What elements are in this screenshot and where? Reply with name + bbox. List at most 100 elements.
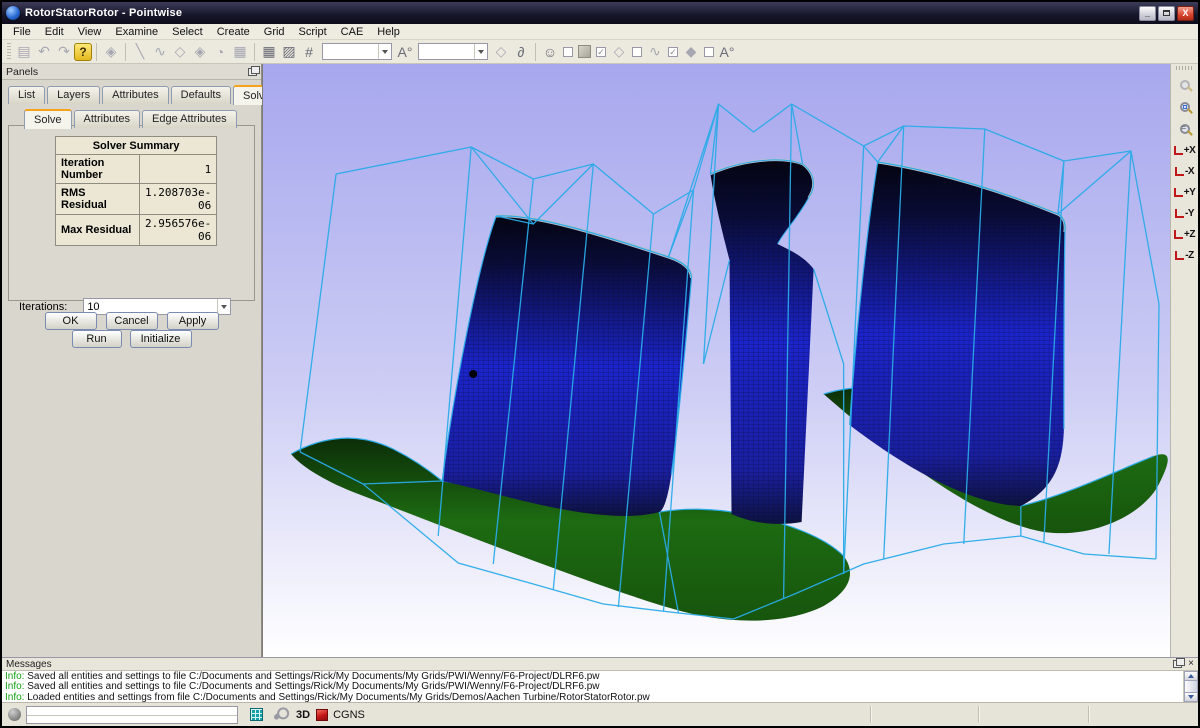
- restore-icon: [1163, 10, 1170, 16]
- view-plus-x-button[interactable]: +X: [1172, 140, 1198, 161]
- run-button[interactable]: Run: [72, 330, 122, 348]
- message-log[interactable]: Info: Saved all entities and settings to…: [2, 671, 1183, 702]
- ok-button[interactable]: OK: [45, 312, 97, 330]
- view-minus-z-button[interactable]: -Z: [1172, 245, 1198, 266]
- axis-icon: [1174, 188, 1183, 197]
- menu-examine[interactable]: Examine: [108, 25, 165, 39]
- view-toolbar: +X -X +Y -Y +Z -Z: [1170, 64, 1198, 657]
- create-unstructured-domain-icon[interactable]: ◈: [190, 42, 210, 62]
- partial-derivative-icon[interactable]: ∂: [511, 42, 531, 62]
- create-fan-icon[interactable]: ◔: [210, 42, 230, 62]
- float-panel-icon[interactable]: [1173, 660, 1182, 668]
- scroll-up-icon[interactable]: [1184, 671, 1198, 681]
- rms-residual-value: 1.208703e-06: [140, 184, 217, 215]
- stack-icon[interactable]: ◇: [491, 42, 511, 62]
- float-panel-icon[interactable]: [248, 68, 257, 76]
- connectors-visible-checkbox[interactable]: ✓: [668, 47, 678, 57]
- spacing-mask-icon[interactable]: A°: [717, 42, 737, 62]
- domains-visible-checkbox[interactable]: [632, 47, 642, 57]
- menu-script[interactable]: Script: [292, 25, 334, 39]
- status-message-box: [26, 706, 238, 724]
- solver-summary-title: Solver Summary: [56, 137, 217, 155]
- apply-button[interactable]: Apply: [167, 312, 219, 330]
- menu-select[interactable]: Select: [165, 25, 210, 39]
- selection-point[interactable]: [469, 370, 477, 378]
- undo-icon[interactable]: ↶: [34, 42, 54, 62]
- create-curve-icon[interactable]: ∿: [150, 42, 170, 62]
- save-icon[interactable]: ▤: [14, 42, 34, 62]
- block-mask-icon[interactable]: [578, 45, 591, 58]
- dimension-combo[interactable]: [322, 43, 392, 60]
- dimension-mode: 3D: [296, 709, 310, 721]
- toolbar-drag-handle[interactable]: [1176, 66, 1194, 70]
- help-icon[interactable]: ?: [74, 43, 92, 61]
- create-domain-icon[interactable]: ◇: [170, 42, 190, 62]
- dimension-icon: #: [299, 42, 319, 62]
- scroll-down-icon[interactable]: [1184, 692, 1198, 702]
- menu-create[interactable]: Create: [210, 25, 257, 39]
- tab-layers[interactable]: Layers: [47, 86, 100, 104]
- tab-defaults[interactable]: Defaults: [171, 86, 231, 104]
- menu-file[interactable]: File: [6, 25, 38, 39]
- subtab-attributes[interactable]: Attributes: [74, 110, 140, 128]
- messages-scrollbar[interactable]: [1183, 671, 1198, 702]
- subtab-edge-attributes[interactable]: Edge Attributes: [142, 110, 237, 128]
- rms-residual-label: RMS Residual: [56, 184, 140, 215]
- view-plus-z-button[interactable]: +Z: [1172, 224, 1198, 245]
- domain-mask-icon[interactable]: ◇: [609, 42, 629, 62]
- chevron-down-icon[interactable]: [378, 44, 391, 59]
- connector-mask-icon[interactable]: ∿: [645, 42, 665, 62]
- view-minus-y-button[interactable]: -Y: [1172, 203, 1198, 224]
- cancel-button[interactable]: Cancel: [106, 312, 158, 330]
- angle-input[interactable]: [419, 45, 473, 58]
- create-connector-icon[interactable]: ╲: [130, 42, 150, 62]
- structured-grid-icon[interactable]: ▦: [259, 42, 279, 62]
- menu-help[interactable]: Help: [370, 25, 407, 39]
- log-entry: Info: Loaded entities and settings from …: [5, 693, 1180, 702]
- axis-icon: [1174, 146, 1183, 155]
- iteration-number-label: Iteration Number: [56, 155, 140, 184]
- solver-summary-table: Solver Summary Iteration Number 1 RMS Re…: [55, 136, 217, 246]
- database-visible-checkbox[interactable]: [704, 47, 714, 57]
- status-separator: [870, 706, 871, 723]
- panels-header[interactable]: Panels: [2, 64, 261, 80]
- layers-icon[interactable]: ◈: [101, 42, 121, 62]
- blocks-visible-checkbox[interactable]: ✓: [596, 47, 606, 57]
- dimension-input[interactable]: [323, 45, 377, 58]
- title-bar[interactable]: RotorStatorRotor - Pointwise _ X: [2, 2, 1198, 24]
- menu-cae[interactable]: CAE: [334, 25, 371, 39]
- zoom-to-fit-icon[interactable]: [1173, 96, 1197, 118]
- messages-header[interactable]: Messages ×: [2, 658, 1198, 671]
- create-block-icon[interactable]: ▦: [230, 42, 250, 62]
- tab-list[interactable]: List: [8, 86, 45, 104]
- tab-attributes[interactable]: Attributes: [102, 86, 168, 104]
- redo-icon[interactable]: ↷: [54, 42, 74, 62]
- toolbar-separator: [254, 43, 255, 61]
- menu-view[interactable]: View: [71, 25, 109, 39]
- menu-grid[interactable]: Grid: [257, 25, 292, 39]
- zoom-icon[interactable]: [1173, 74, 1197, 96]
- scrollbar-thumb[interactable]: [1184, 681, 1198, 692]
- close-icon[interactable]: ×: [1188, 659, 1194, 669]
- mask-blocks-checkbox[interactable]: [563, 47, 573, 57]
- toolbar-drag-handle[interactable]: [7, 43, 11, 61]
- menu-edit[interactable]: Edit: [38, 25, 71, 39]
- initialize-button[interactable]: Initialize: [130, 330, 192, 348]
- iterations-input[interactable]: [84, 301, 212, 313]
- subtab-solve[interactable]: Solve: [24, 109, 72, 129]
- chevron-down-icon[interactable]: [474, 44, 487, 59]
- viewport-canvas[interactable]: [263, 64, 1170, 657]
- zoom-actual-icon[interactable]: [1173, 118, 1197, 140]
- restore-button[interactable]: [1158, 6, 1175, 21]
- mask-icon[interactable]: ☺: [540, 42, 560, 62]
- view-plus-y-button[interactable]: +Y: [1172, 182, 1198, 203]
- tolerance-icon: [273, 708, 286, 720]
- close-button[interactable]: X: [1177, 6, 1194, 21]
- axis-icon: [1175, 209, 1184, 218]
- unstructured-grid-icon[interactable]: ▨: [279, 42, 299, 62]
- 3d-viewport[interactable]: [262, 64, 1170, 657]
- database-mask-icon[interactable]: ◆: [681, 42, 701, 62]
- minimize-button[interactable]: _: [1139, 6, 1156, 21]
- view-minus-x-button[interactable]: -X: [1172, 161, 1198, 182]
- angle-combo[interactable]: [418, 43, 488, 60]
